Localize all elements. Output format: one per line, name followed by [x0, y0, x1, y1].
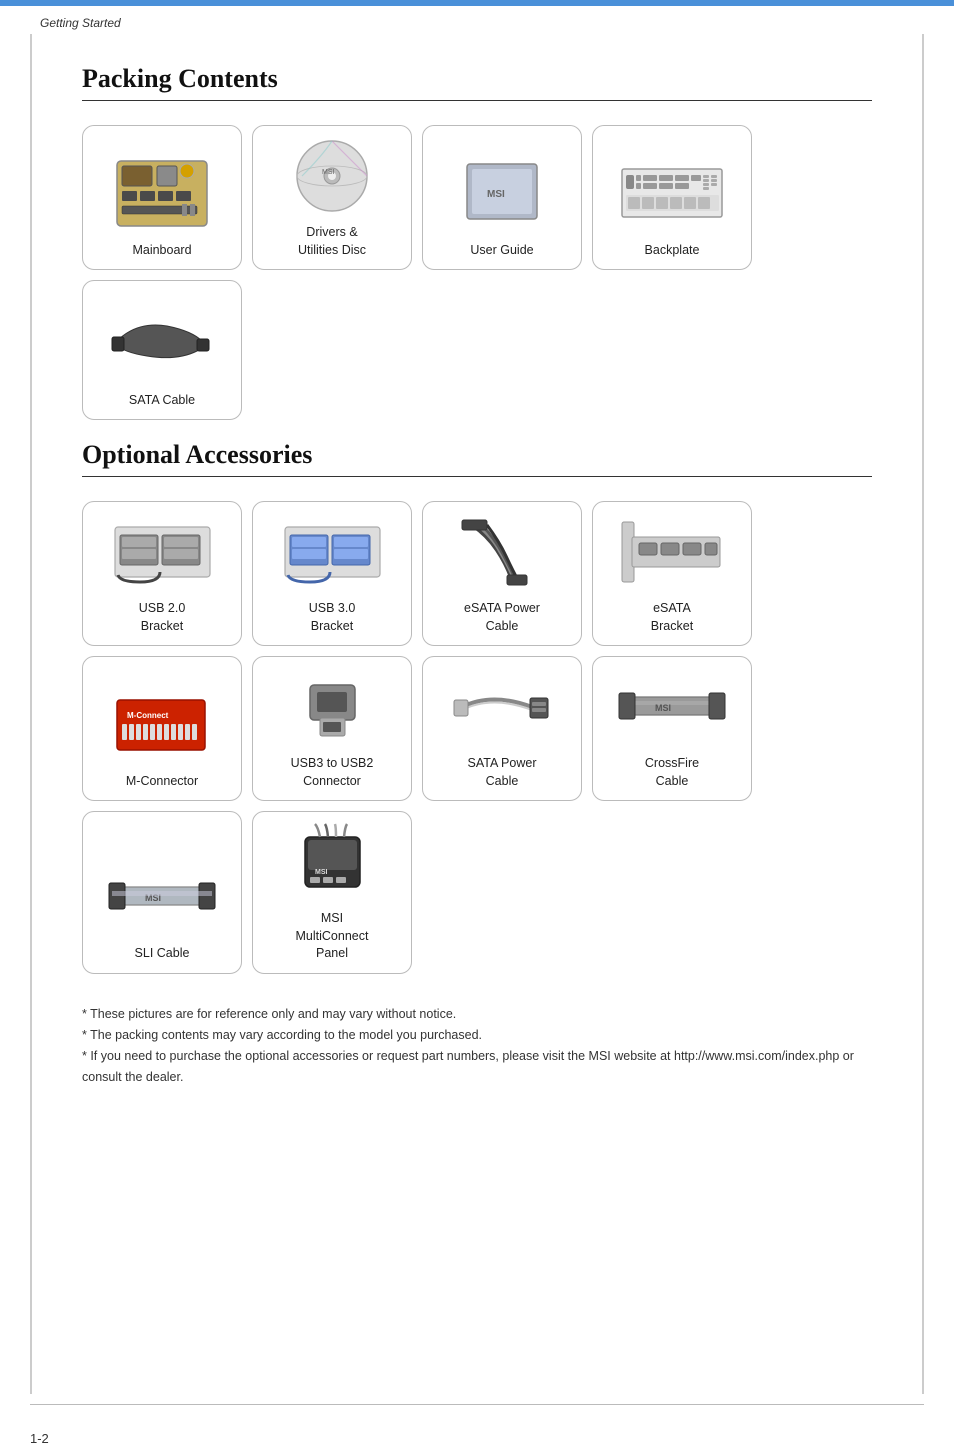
sata-power-cable-image — [447, 667, 557, 747]
content: Packing Contents — [30, 34, 924, 1394]
crossfire-cable-image: MSI — [617, 667, 727, 747]
packing-contents-title: Packing Contents — [82, 64, 872, 101]
esata-power-cable-image — [447, 512, 557, 592]
msi-multiconnect-image: MSI — [277, 822, 387, 902]
item-msi-multiconnect: MSI MSIMultiConnectPanel — [252, 811, 412, 974]
sata-power-cable-label: SATA PowerCable — [467, 755, 536, 790]
svg-text:M-Connect: M-Connect — [127, 711, 169, 720]
item-drivers-disc: MSI Drivers &Utilities Disc — [252, 125, 412, 270]
item-usb3-usb2-connector: USB3 to USB2Connector — [252, 656, 412, 801]
mainboard-image — [107, 154, 217, 234]
usb30-bracket-image — [277, 512, 387, 592]
user-guide-image: MSI — [447, 154, 557, 234]
drivers-disc-image: MSI — [277, 136, 387, 216]
usb30-bracket-label: USB 3.0Bracket — [309, 600, 356, 635]
usb3-usb2-connector-image — [277, 667, 387, 747]
m-connector-image: M-Connect — [107, 685, 217, 765]
footer-note-3: * If you need to purchase the optional a… — [82, 1046, 872, 1089]
drivers-disc-label: Drivers &Utilities Disc — [298, 224, 366, 259]
optional-accessories-grid: USB 2.0Bracket USB 3.0Brac — [82, 501, 872, 974]
backplate-label: Backplate — [645, 242, 700, 260]
crossfire-cable-label: CrossFireCable — [645, 755, 699, 790]
item-esata-power-cable: eSATA PowerCable — [422, 501, 582, 646]
mainboard-label: Mainboard — [132, 242, 191, 260]
bottom-bar: 1-2 — [30, 1404, 924, 1446]
sli-cable-label: SLI Cable — [135, 945, 190, 963]
item-sata-power-cable: SATA PowerCable — [422, 656, 582, 801]
svg-text:MSI: MSI — [655, 703, 671, 713]
footer-note-2: * The packing contents may vary accordin… — [82, 1025, 872, 1046]
svg-text:MSI: MSI — [322, 169, 335, 176]
item-backplate: Backplate — [592, 125, 752, 270]
usb20-bracket-label: USB 2.0Bracket — [139, 600, 186, 635]
page: Getting Started Packing Contents — [0, 0, 954, 1446]
sata-cable-image — [107, 304, 217, 384]
item-sata-cable: SATA Cable — [82, 280, 242, 420]
esata-bracket-image — [617, 512, 727, 592]
item-crossfire-cable: MSI CrossFireCable — [592, 656, 752, 801]
esata-bracket-label: eSATABracket — [651, 600, 693, 635]
item-usb30-bracket: USB 3.0Bracket — [252, 501, 412, 646]
m-connector-label: M-Connector — [126, 773, 198, 791]
svg-text:MSI: MSI — [315, 869, 328, 876]
msi-multiconnect-label: MSIMultiConnectPanel — [296, 910, 369, 963]
sata-cable-label: SATA Cable — [129, 392, 195, 410]
item-mainboard: Mainboard — [82, 125, 242, 270]
item-esata-bracket: eSATABracket — [592, 501, 752, 646]
packing-contents-grid: Mainboard MSI Drivers &Utilities Disc — [82, 125, 872, 420]
item-sli-cable: MSI SLI Cable — [82, 811, 242, 974]
svg-text:MSI: MSI — [487, 189, 505, 200]
item-usb20-bracket: USB 2.0Bracket — [82, 501, 242, 646]
item-user-guide: MSI User Guide — [422, 125, 582, 270]
header-label: Getting Started — [0, 6, 954, 34]
optional-accessories-title: Optional Accessories — [82, 440, 872, 477]
esata-power-cable-label: eSATA PowerCable — [464, 600, 540, 635]
backplate-image — [617, 154, 727, 234]
footer-notes: * These pictures are for reference only … — [82, 1004, 872, 1089]
page-number: 1-2 — [30, 1431, 49, 1446]
usb20-bracket-image — [107, 512, 217, 592]
sli-cable-image: MSI — [107, 857, 217, 937]
footer-note-1: * These pictures are for reference only … — [82, 1004, 872, 1025]
usb3-usb2-connector-label: USB3 to USB2Connector — [291, 755, 374, 790]
item-m-connector: M-Connect M-Conn — [82, 656, 242, 801]
user-guide-label: User Guide — [470, 242, 533, 260]
